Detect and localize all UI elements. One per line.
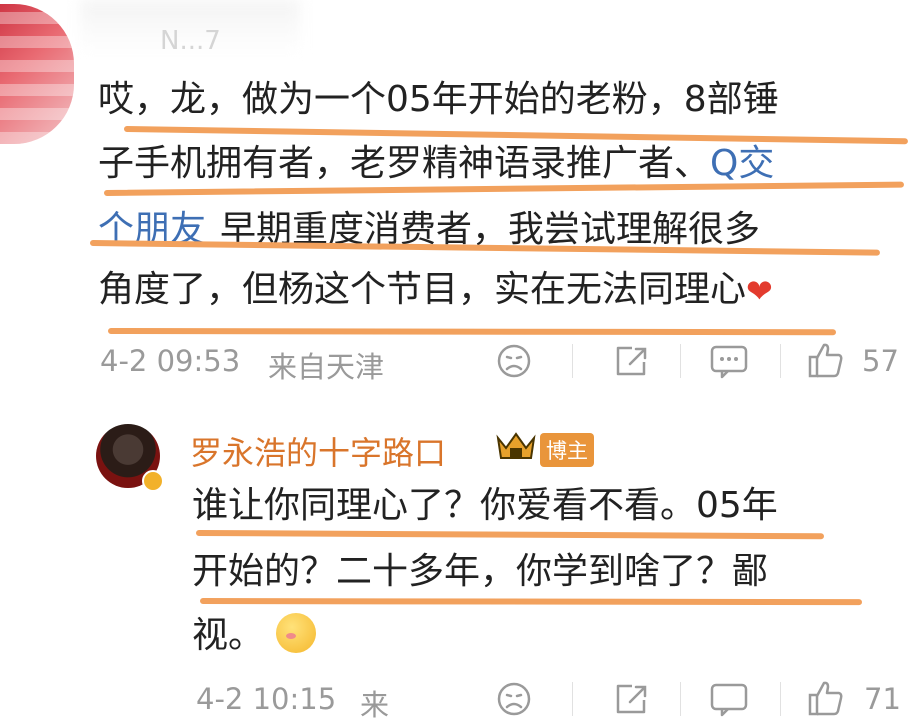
search-icon: Q xyxy=(710,143,739,184)
divider xyxy=(680,682,681,716)
thumbs-up-icon[interactable] xyxy=(806,678,846,718)
divider xyxy=(780,344,781,378)
reply-line-2: 开始的？二十多年，你学到啥了？鄙 xyxy=(192,551,769,592)
comment-line-2: 子手机拥有者，老罗精神语录推广者、Q交 xyxy=(98,144,774,184)
reply-author-name[interactable]: 罗永浩的十字路口 xyxy=(190,428,446,474)
heart-icon: ❤ xyxy=(746,272,773,310)
annotation-underline xyxy=(107,328,837,336)
thumbs-up-icon[interactable] xyxy=(806,340,846,380)
reply-line-1: 谁让你同理心了？你爱看不看。05年 xyxy=(192,485,778,526)
reply-location: 来 xyxy=(360,688,390,722)
share-icon[interactable] xyxy=(612,680,650,718)
comment-line-2-text: 子手机拥有者，老罗精神语录推广者、 xyxy=(98,143,711,184)
comment-line-4: 角度了，但杨这个节目，实在无法同理心❤ xyxy=(98,270,773,311)
annotation-underline xyxy=(123,126,908,145)
top-username: N...7 xyxy=(160,26,221,56)
reply-line-3: 视。 xyxy=(192,615,265,656)
reply-timestamp: 4-2 10:15 xyxy=(196,682,337,716)
topic-link-start[interactable]: Q交 xyxy=(710,143,774,184)
comment-icon[interactable] xyxy=(708,342,750,380)
divider xyxy=(680,344,681,378)
comment-location: 来自天津 xyxy=(268,350,385,384)
divider xyxy=(780,682,781,716)
divider xyxy=(572,344,573,378)
divider xyxy=(572,682,573,716)
share-icon[interactable] xyxy=(612,342,650,380)
annotation-underline xyxy=(195,530,825,540)
shy-emoji-icon xyxy=(276,613,316,653)
crown-icon xyxy=(496,432,536,459)
reply-like-count: 71 xyxy=(864,682,901,716)
comment-timestamp: 4-2 09:53 xyxy=(100,344,241,378)
verified-badge-icon xyxy=(142,470,164,492)
top-avatar[interactable] xyxy=(0,4,74,144)
comment-like-count: 57 xyxy=(862,344,899,378)
annotation-underline xyxy=(199,598,863,606)
blogger-badge: 博主 xyxy=(540,433,594,467)
frown-face-icon[interactable] xyxy=(495,680,533,718)
comment-line-1: 哎，龙，做为一个05年开始的老粉，8部锤 xyxy=(98,79,779,120)
comment-icon[interactable] xyxy=(708,680,750,718)
topic-link-text-1: 交 xyxy=(738,143,775,184)
frown-face-icon[interactable] xyxy=(495,342,533,380)
comment-line-4-text: 角度了，但杨这个节目，实在无法同理心 xyxy=(98,269,747,310)
